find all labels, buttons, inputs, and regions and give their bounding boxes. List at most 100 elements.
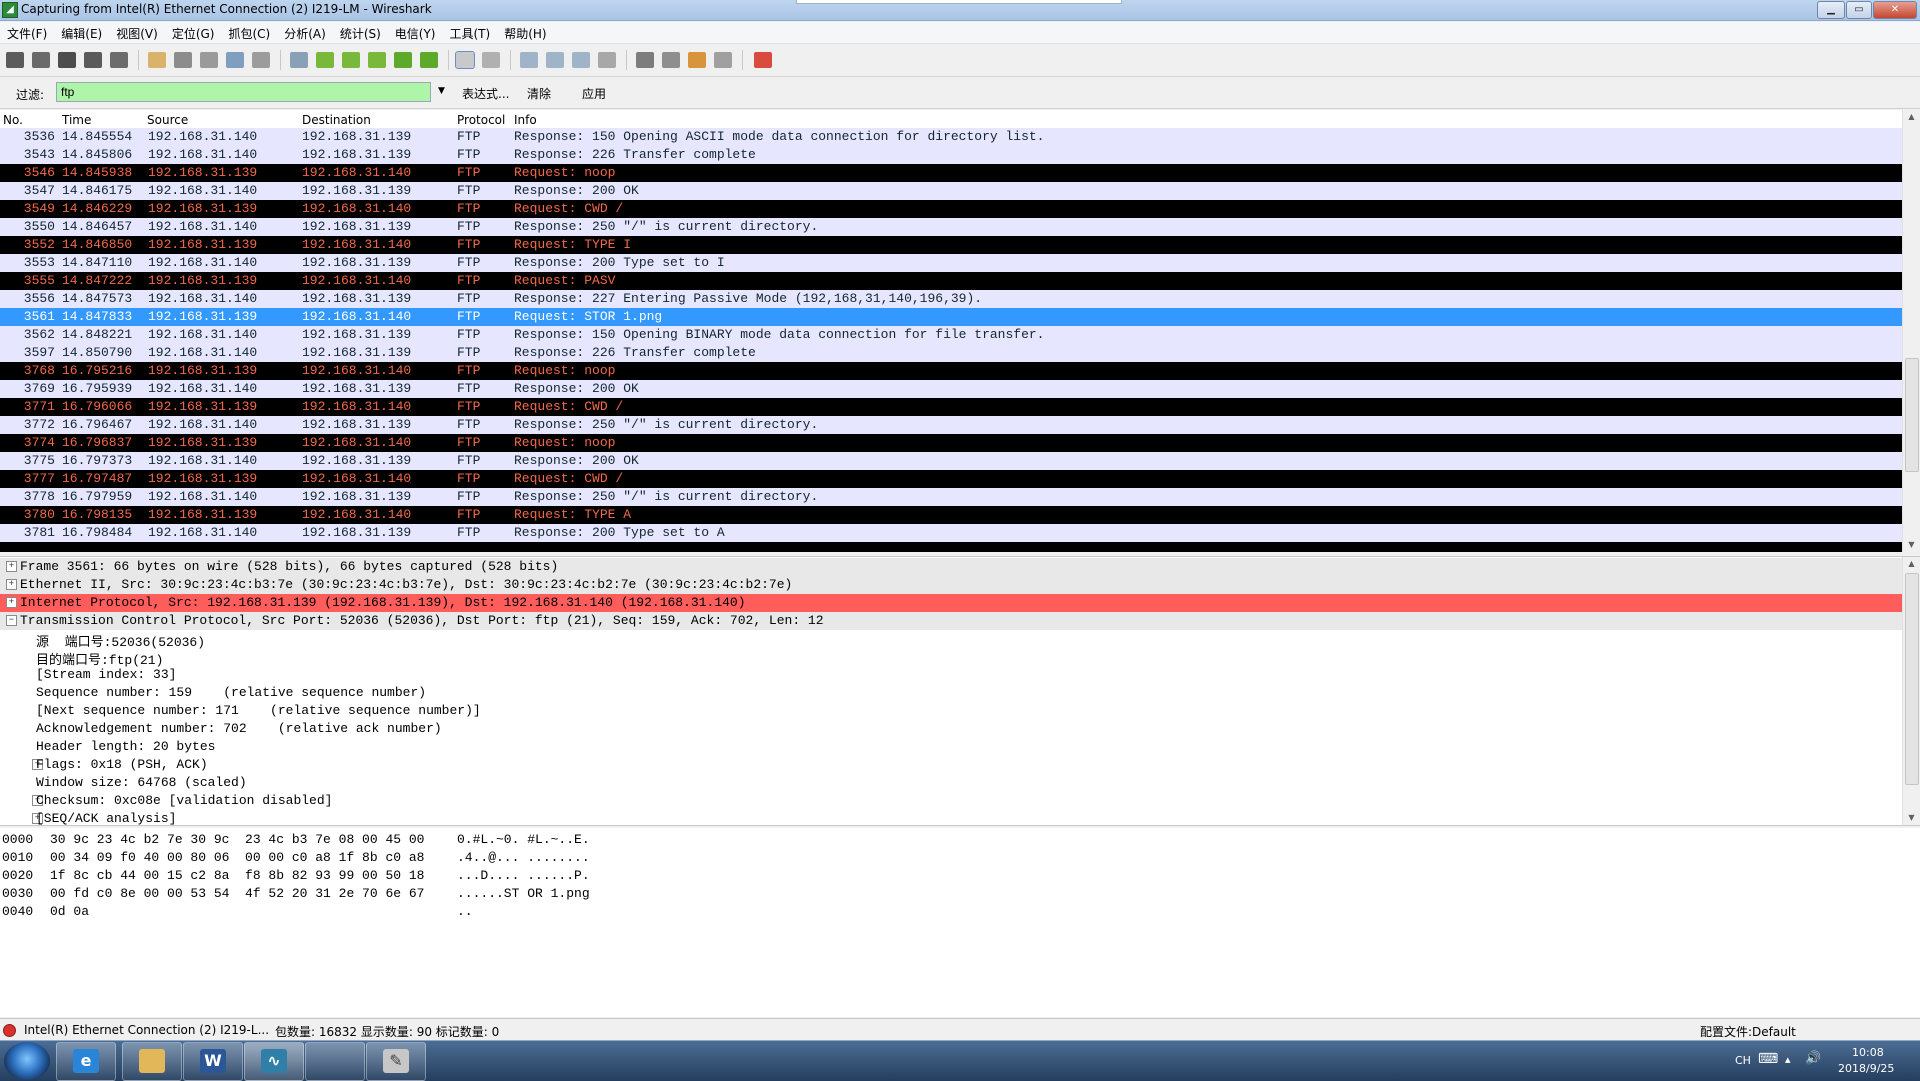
internet-explorer-icon[interactable]: e [56, 1042, 116, 1081]
detail-row[interactable]: Sequence number: 159 (relative sequence … [0, 684, 1902, 702]
close-icon[interactable]: ✕ [1873, 1, 1917, 19]
go-to-packet-icon[interactable] [368, 52, 386, 68]
packet-list-scrollbar[interactable]: ▲ ▼ [1902, 110, 1920, 552]
go-back-icon[interactable] [316, 52, 334, 68]
packet-row[interactable]: 3768 16.795216 192.168.31.139 192.168.31.14… [0, 362, 1902, 380]
apply-button[interactable]: 应用 [582, 85, 606, 102]
byte-offset[interactable]: 0040 [2, 904, 33, 919]
colorize-icon[interactable] [455, 51, 475, 69]
clock-date[interactable]: 2018/9/25 [1838, 1062, 1894, 1075]
packet-row[interactable]: 3549 14.846229 192.168.31.139 192.168.31.14… [0, 200, 1902, 218]
packet-row[interactable]: 3562 14.848221 192.168.31.140 192.168.31.13… [0, 326, 1902, 344]
maximize-icon[interactable]: ▭ [1846, 1, 1872, 19]
menu-tools[interactable]: 工具(T) [443, 22, 498, 42]
print-icon[interactable] [252, 52, 270, 68]
clear-button[interactable]: 清除 [527, 85, 551, 102]
packet-row[interactable]: 3553 14.847110 192.168.31.140 192.168.31.13… [0, 254, 1902, 272]
menu-go[interactable]: 定位(G) [165, 22, 222, 42]
packet-row[interactable]: 3771 16.796066 192.168.31.139 192.168.31.14… [0, 398, 1902, 416]
packet-row[interactable]: 3597 14.850790 192.168.31.140 192.168.31.13… [0, 344, 1902, 362]
packet-row[interactable]: 3780 16.798135 192.168.31.139 192.168.31.14… [0, 506, 1902, 524]
column-destination[interactable]: Destination [302, 113, 371, 127]
stop-capture-icon[interactable] [84, 52, 102, 68]
expand-icon[interactable]: + [6, 561, 17, 572]
scroll-down-icon[interactable]: ▼ [1903, 813, 1920, 822]
packet-row[interactable]: 3769 16.795939 192.168.31.140 192.168.31.13… [0, 380, 1902, 398]
detail-row[interactable]: + Internet Protocol, Src: 192.168.31.139 … [0, 594, 1902, 612]
byte-hex[interactable]: 00 fd c0 8e 00 00 53 54 4f 52 20 31 2e 7… [50, 886, 424, 901]
filter-dropdown-icon[interactable]: ▼ [438, 86, 445, 96]
byte-offset[interactable]: 0000 [2, 832, 33, 847]
restart-capture-icon[interactable] [110, 52, 128, 68]
clock-time[interactable]: 10:08 [1852, 1046, 1884, 1059]
status-profile[interactable]: 配置文件:Default [1700, 1023, 1796, 1040]
menu-help[interactable]: 帮助(H) [497, 22, 553, 42]
zoom-in-icon[interactable] [520, 52, 538, 68]
close-file-icon[interactable] [200, 52, 218, 68]
keyboard-icon[interactable]: ⌨ [1758, 1051, 1778, 1067]
detail-row[interactable]: Window size: 64768 (scaled) [0, 774, 1902, 792]
column-info[interactable]: Info [514, 113, 537, 127]
menu-capture[interactable]: 抓包(C) [221, 22, 277, 42]
resize-columns-icon[interactable] [598, 52, 616, 68]
menu-analyze[interactable]: 分析(A) [277, 22, 333, 42]
detail-row[interactable]: 源 端口号:52036(52036) [0, 630, 1902, 650]
paint-icon[interactable]: ✎ [366, 1042, 426, 1081]
display-filters-icon[interactable] [662, 52, 680, 68]
packet-row[interactable]: 3778 16.797959 192.168.31.140 192.168.31.13… [0, 488, 1902, 506]
scroll-thumb[interactable] [1905, 573, 1919, 785]
byte-ascii[interactable]: 0.#L.~0. #L.~..E. [457, 832, 590, 847]
go-last-icon[interactable] [420, 52, 438, 68]
packet-row[interactable]: 3536 14.845554 192.168.31.140 192.168.31.13… [0, 128, 1902, 146]
detail-row[interactable]: [Stream index: 33] [0, 666, 1902, 684]
capture-filters-icon[interactable] [636, 52, 654, 68]
details-scrollbar[interactable]: ▲ ▼ [1902, 557, 1920, 825]
byte-hex[interactable]: 00 34 09 f0 40 00 80 06 00 00 c0 a8 1f 8… [50, 850, 424, 865]
autoscroll-icon[interactable] [482, 52, 500, 68]
byte-hex[interactable]: 30 9c 23 4c b2 7e 30 9c 23 4c b3 7e 08 0… [50, 832, 424, 847]
column-no[interactable]: No. [3, 113, 23, 127]
preferences-icon[interactable] [714, 52, 732, 68]
menu-edit[interactable]: 编辑(E) [54, 22, 109, 42]
detail-row[interactable]: 目的端口号:ftp(21) [0, 648, 1902, 668]
byte-offset[interactable]: 0010 [2, 850, 33, 865]
byte-offset[interactable]: 0030 [2, 886, 33, 901]
detail-row[interactable]: + Checksum: 0xc08e [validation disabled] [0, 792, 1902, 810]
normal-size-icon[interactable] [572, 52, 590, 68]
interfaces-icon[interactable] [6, 52, 24, 68]
save-file-icon[interactable] [174, 52, 192, 68]
packet-row[interactable]: 3547 14.846175 192.168.31.140 192.168.31.13… [0, 182, 1902, 200]
packet-row[interactable]: 3556 14.847573 192.168.31.140 192.168.31.13… [0, 290, 1902, 308]
menu-statistics[interactable]: 统计(S) [333, 22, 388, 42]
detail-row[interactable]: + Frame 3561: 66 bytes on wire (528 bits)… [0, 558, 1902, 576]
open-file-icon[interactable] [148, 52, 166, 68]
language-indicator[interactable]: CH [1735, 1054, 1751, 1067]
minimize-icon[interactable]: ▁ [1817, 1, 1845, 19]
go-first-icon[interactable] [394, 52, 412, 68]
reload-icon[interactable] [226, 52, 244, 68]
expand-icon[interactable]: + [6, 579, 17, 590]
packet-row[interactable]: 3772 16.796467 192.168.31.140 192.168.31.13… [0, 416, 1902, 434]
packet-row[interactable]: 3550 14.846457 192.168.31.140 192.168.31.13… [0, 218, 1902, 236]
menu-view[interactable]: 视图(V) [109, 22, 165, 42]
detail-row[interactable]: Header length: 20 bytes [0, 738, 1902, 756]
capture-status-icon[interactable] [3, 1024, 16, 1037]
byte-ascii[interactable]: .. [457, 904, 473, 919]
options-icon[interactable] [32, 52, 50, 68]
word-icon[interactable]: W [183, 1042, 243, 1081]
column-protocol[interactable]: Protocol [457, 113, 505, 127]
column-source[interactable]: Source [147, 113, 188, 127]
display-filter-input[interactable]: ftp [56, 82, 431, 102]
go-forward-icon[interactable] [342, 52, 360, 68]
byte-ascii[interactable]: .4..@... ........ [457, 850, 590, 865]
menu-telephony[interactable]: 电信(Y) [388, 22, 443, 42]
find-packet-icon[interactable] [290, 52, 308, 68]
column-time[interactable]: Time [62, 113, 91, 127]
byte-hex[interactable]: 1f 8c cb 44 00 15 c2 8a f8 8b 82 93 99 0… [50, 868, 424, 883]
packet-row[interactable]: 3546 14.845938 192.168.31.139 192.168.31.14… [0, 164, 1902, 182]
scroll-thumb[interactable] [1905, 358, 1919, 472]
wireshark-icon[interactable]: ∿ [244, 1042, 304, 1081]
detail-row[interactable]: − Transmission Control Protocol, Src Port… [0, 612, 1902, 630]
detail-row[interactable]: [Next sequence number: 171 (relative seq… [0, 702, 1902, 720]
packet-row[interactable]: 3781 16.798484 192.168.31.140 192.168.31.13… [0, 524, 1902, 542]
